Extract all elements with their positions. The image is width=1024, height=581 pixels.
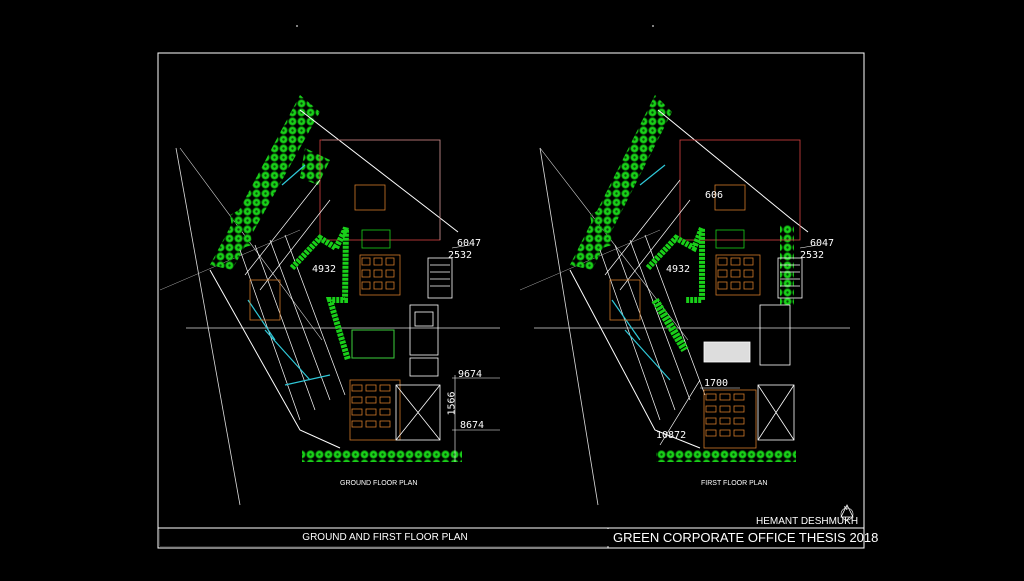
- dimension-label: 6047: [810, 238, 835, 249]
- dimension-label: 606: [705, 190, 724, 201]
- dimension-label: 4932: [666, 264, 691, 275]
- dimension-label: 4932: [312, 264, 337, 275]
- sheet-border: [157, 52, 865, 549]
- project-title: GREEN CORPORATE OFFICE THESIS 2018: [613, 530, 879, 545]
- dimension-label: 2532: [448, 250, 473, 261]
- dimension-label: 9674: [458, 369, 483, 380]
- dimension-label: 1700: [704, 378, 729, 389]
- green-facade-first: [570, 95, 672, 270]
- first-floor-void: [703, 341, 751, 363]
- dimension-label: 1566: [446, 391, 458, 416]
- dimension-label: 8674: [460, 420, 485, 431]
- hedge-first: [656, 450, 796, 462]
- hedge-ground: [302, 450, 462, 462]
- drawing-sheet: [0, 0, 1024, 576]
- dimension-label: 2532: [800, 250, 825, 261]
- ground-floor-plan: [159, 95, 500, 506]
- planter-strip-ground: [289, 226, 351, 361]
- green-facade-ground: [210, 95, 320, 270]
- ground-floor-plan-label: GROUND FLOOR PLAN: [340, 480, 418, 487]
- dimension-label: 6047: [457, 238, 482, 249]
- sheet-title: GROUND AND FIRST FLOOR PLAN: [160, 529, 610, 546]
- author-name: HEMANT DESHMUKH: [756, 516, 859, 527]
- north-label: N: [844, 506, 848, 512]
- first-floor-plan-label: FIRST FLOOR PLAN: [701, 480, 768, 487]
- first-floor-plan: [519, 95, 850, 506]
- dimension-label: 10872: [656, 430, 687, 441]
